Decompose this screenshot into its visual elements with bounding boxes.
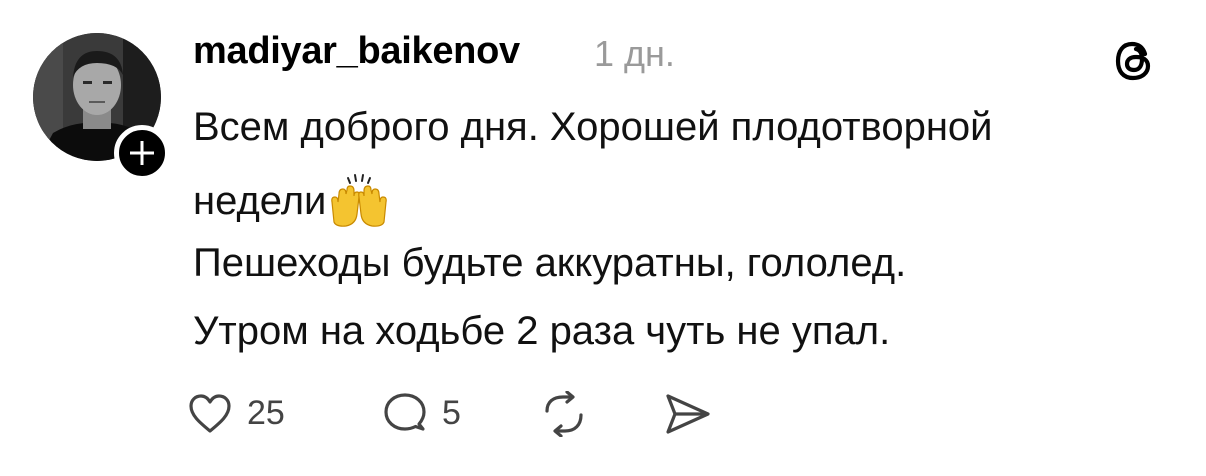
send-icon — [666, 394, 710, 434]
threads-logo-icon[interactable] — [1112, 38, 1158, 84]
like-count: 25 — [247, 394, 285, 432]
heart-icon — [189, 394, 231, 433]
post-text-line: Утром на ходьбе 2 раза чуть не упал. — [193, 309, 891, 353]
share-button[interactable] — [663, 388, 713, 438]
post-timestamp: 1 дн. — [594, 33, 675, 74]
reply-count: 5 — [442, 394, 461, 432]
reply-button[interactable]: 5 — [382, 388, 492, 438]
post-text-line-with-emoji: недели — [193, 172, 390, 228]
raising-hands-emoji — [331, 174, 388, 227]
plus-icon — [130, 141, 154, 165]
author-avatar[interactable] — [33, 33, 170, 181]
repost-icon — [545, 391, 583, 437]
author-username[interactable]: madiyar_baikenov — [193, 30, 520, 73]
repost-button[interactable] — [539, 388, 589, 438]
like-button[interactable]: 25 — [187, 388, 307, 438]
post-text-line: Пешеходы будьте аккуратны, гололед. — [193, 241, 907, 285]
follow-button[interactable] — [114, 125, 170, 181]
threads-post: madiyar_baikenov 1 дн. Всем доброго дня.… — [0, 0, 1206, 476]
comment-bubble-icon — [384, 393, 426, 431]
post-text-fragment: недели — [193, 179, 327, 223]
post-text-line: Всем доброго дня. Хорошей плодотворной — [193, 105, 993, 149]
